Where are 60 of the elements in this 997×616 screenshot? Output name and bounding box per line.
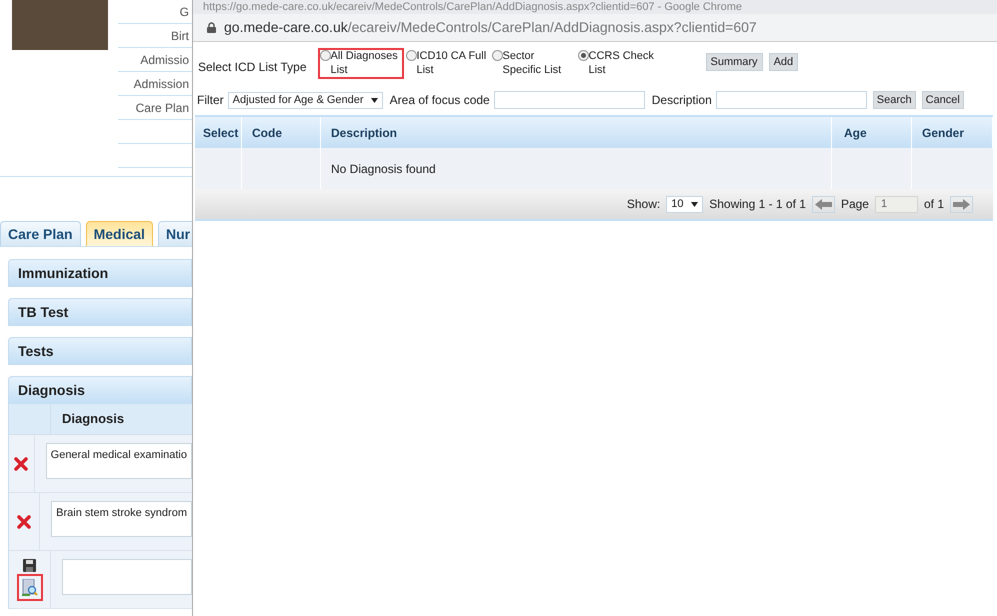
diagnosis-field[interactable]: General medical examinatio: [46, 443, 192, 479]
window-title: https://go.mede-care.co.uk/ecareiv/MedeControls/CarePlan/AddDiagnosis.aspx?clientid=607 - Google Chrome: [203, 1, 742, 13]
show-label: Show:: [626, 196, 660, 213]
option-label: ICD10 CA Full List: [416, 49, 488, 77]
save-icon[interactable]: [23, 558, 36, 572]
next-page-button[interactable]: [950, 196, 973, 212]
lock-icon: [207, 22, 216, 33]
action-button[interactable]: Add: [768, 53, 798, 71]
list-type-option[interactable]: ICD10 CA Full List: [404, 48, 490, 79]
radio-button[interactable]: [492, 50, 502, 61]
tab[interactable]: Care Plan: [0, 221, 81, 246]
page-field[interactable]: 1: [874, 196, 918, 212]
right-arrow-icon: [953, 198, 970, 210]
previous-page-button[interactable]: [812, 196, 835, 212]
showing-text: Showing 1 - 1 of 1: [709, 196, 806, 213]
info-label: G: [180, 4, 189, 20]
list-type-option[interactable]: All Diagnoses List: [318, 48, 404, 79]
document-magnifier-icon: [22, 578, 38, 596]
radio-button[interactable]: [320, 50, 330, 61]
area-code-field[interactable]: [494, 91, 645, 109]
filter-label: Filter: [197, 92, 224, 109]
url-path: /ecareiv/MedeControls/CarePlan/AddDiagnosis.aspx?clientid=607: [348, 19, 757, 35]
radio-button[interactable]: [578, 50, 588, 61]
empty-message: No Diagnosis found: [331, 160, 436, 178]
area-label: Area of focus code: [390, 92, 490, 109]
info-label: Admissio: [140, 52, 189, 68]
section-header[interactable]: TB Test: [8, 298, 192, 326]
search-action-button[interactable]: Search: [872, 91, 916, 109]
column-header: Diagnosis: [61, 410, 124, 428]
info-label: Admission: [134, 76, 189, 92]
radio-button[interactable]: [406, 50, 416, 61]
page-count: of 1: [924, 196, 944, 213]
section-header[interactable]: Immunization: [8, 259, 192, 287]
diagnosis-field[interactable]: [62, 559, 192, 595]
info-label: Birt: [171, 28, 189, 44]
left-arrow-icon: [814, 198, 832, 210]
page-size-select[interactable]: 10: [666, 196, 704, 212]
list-type-option[interactable]: Sector Specific List: [490, 48, 576, 79]
delete-x-icon[interactable]: [14, 456, 28, 470]
action-button[interactable]: Summary: [706, 53, 763, 71]
list-type-option[interactable]: CCRS Check List: [576, 48, 662, 79]
tab[interactable]: Medical: [86, 221, 153, 246]
description-field[interactable]: [716, 91, 867, 109]
section-header[interactable]: Tests: [8, 337, 192, 365]
url-domain: go.mede-care.co.uk: [224, 19, 348, 35]
lookup-button[interactable]: [16, 574, 42, 600]
section-header[interactable]: Diagnosis: [8, 376, 192, 404]
filter-select[interactable]: Adjusted for Age & Gender: [228, 92, 383, 108]
search-action-button[interactable]: Cancel: [922, 91, 964, 109]
option-label: Sector Specific List: [502, 49, 562, 77]
page-label: Page: [840, 196, 869, 213]
list-type-label: Select ICD List Type: [198, 59, 306, 76]
caret-icon: [691, 202, 698, 206]
info-label: Care Plan: [136, 100, 189, 116]
option-label: All Diagnoses List: [330, 49, 399, 77]
delete-x-icon[interactable]: [17, 514, 32, 528]
diagnosis-field[interactable]: Brain stem stroke syndrom: [51, 501, 192, 537]
caret-icon: [370, 98, 378, 102]
option-label: CCRS Check List: [588, 49, 655, 77]
description-label: Description: [652, 92, 712, 109]
